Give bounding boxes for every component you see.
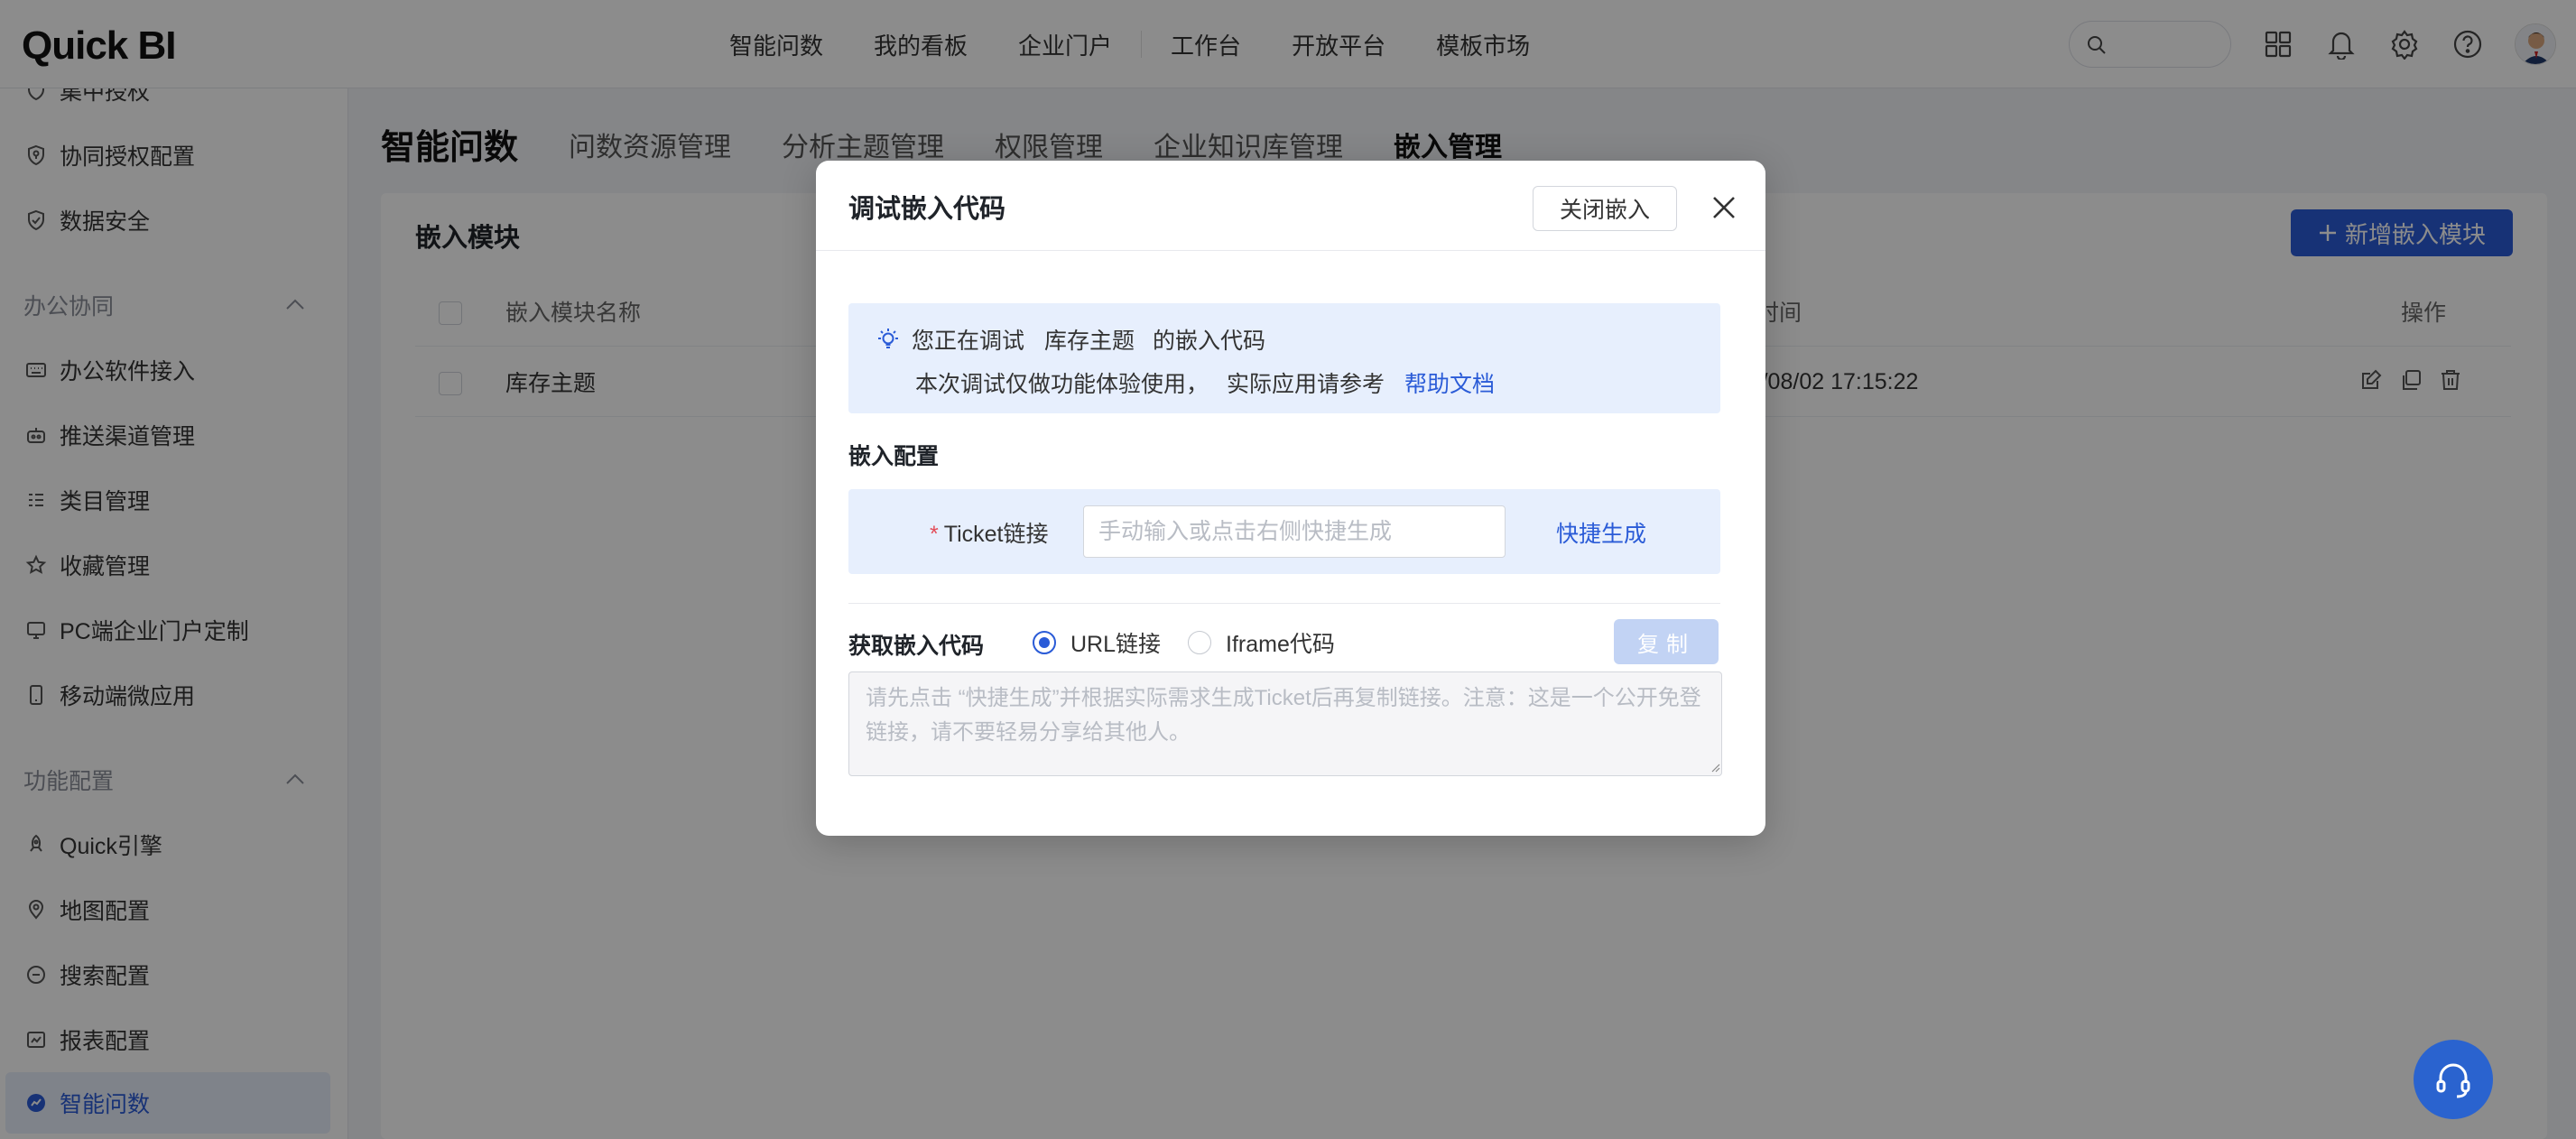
embed-code-textarea[interactable] [848,671,1722,776]
modal-header: 调试嵌入代码 关闭嵌入 [816,161,1765,251]
get-code-label: 获取嵌入代码 [848,634,985,659]
code-type-radio-group: URL链接 Iframe代码 [1033,626,1362,659]
info-note-part1: 本次调试仅做功能体验使用， [915,372,1209,397]
info-prefix: 您正在调试 [912,329,1025,354]
info-banner: 您正在调试 库存主题 的嵌入代码 本次调试仅做功能体验使用， 实际应用请参考 帮… [848,303,1720,413]
close-embed-button[interactable]: 关闭嵌入 [1533,186,1677,231]
radio-url-label[interactable]: URL链接 [1070,626,1161,659]
modal-title: 调试嵌入代码 [848,195,1006,224]
quick-generate-link[interactable]: 快捷生成 [1556,516,1646,549]
ticket-label-text: Ticket链接 [943,522,1049,547]
radio-iframe-label[interactable]: Iframe代码 [1226,626,1335,659]
info-suffix: 的嵌入代码 [1153,329,1266,354]
debug-embed-modal: 调试嵌入代码 关闭嵌入 您正在调试 库存主题 的嵌入代码 本次调试仅做功能体验使… [816,161,1765,836]
lightbulb-icon [878,329,898,348]
help-doc-link[interactable]: 帮助文档 [1404,366,1495,399]
info-note: 本次调试仅做功能体验使用， 实际应用请参考 帮助文档 [915,366,1495,399]
headset-icon [2436,1063,2470,1098]
radio-iframe-code[interactable] [1188,631,1212,654]
info-subject: 库存主题 [1044,329,1135,354]
copy-button[interactable]: 复制 [1614,619,1719,664]
close-icon[interactable] [1710,193,1738,222]
info-note-part2: 实际应用请参考 [1227,372,1385,397]
divider [848,603,1720,604]
radio-url-link[interactable] [1033,631,1056,654]
ticket-config-row: *Ticket链接 快捷生成 [848,489,1720,574]
info-line: 您正在调试 库存主题 的嵌入代码 [876,323,1265,356]
required-mark: * [930,522,939,547]
ticket-field-label: * Ticket链接 [930,516,1048,549]
resize-grip-icon[interactable] [1710,762,1720,773]
customer-service-button[interactable] [2414,1040,2493,1119]
ticket-link-input[interactable] [1083,505,1506,558]
embed-config-label: 嵌入配置 [848,444,940,469]
